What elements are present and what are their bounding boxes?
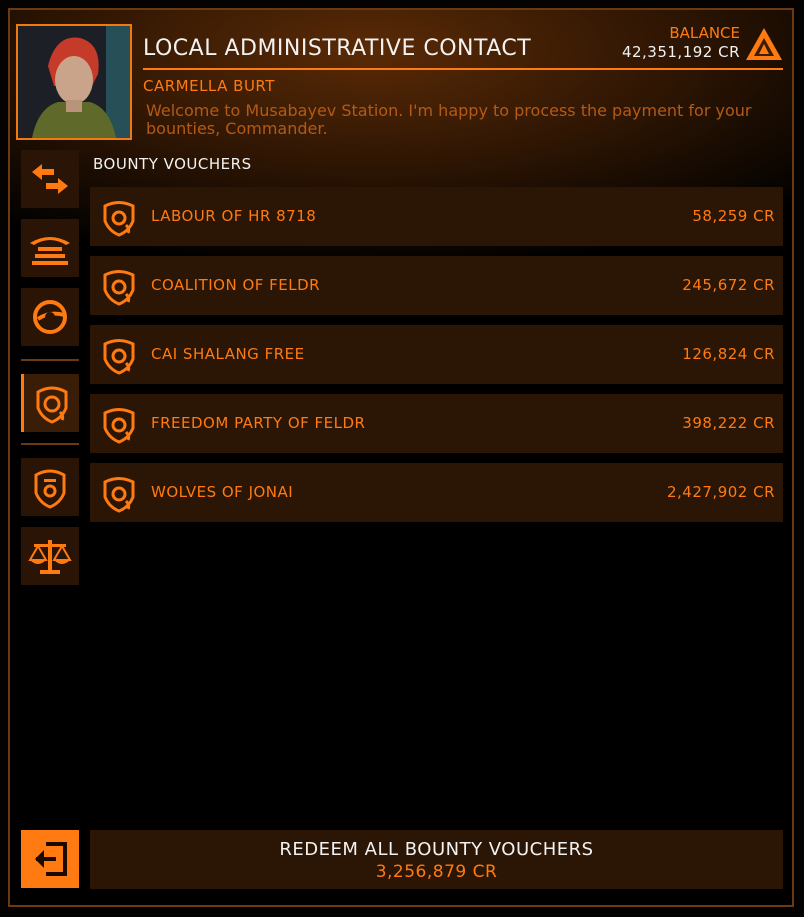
section-title: BOUNTY VOUCHERS	[93, 155, 252, 173]
exploration-icon	[33, 300, 67, 334]
contact-panel	[8, 8, 794, 907]
legal-facilities-button[interactable]	[21, 527, 79, 585]
bounty-icon	[103, 201, 135, 237]
contact-title: LOCAL ADMINISTRATIVE CONTACT	[143, 36, 532, 61]
exploration-button[interactable]	[21, 288, 79, 346]
voucher-amount: 245,672 CR	[682, 276, 775, 294]
voucher-row[interactable]: COALITION OF FELDR 245,672 CR	[90, 256, 783, 315]
contact-name: CARMELLA BURT	[143, 77, 275, 95]
voucher-faction: FREEDOM PARTY OF FELDR	[151, 414, 366, 432]
scales-icon	[28, 540, 72, 574]
combat-bonds-button[interactable]	[21, 458, 79, 516]
voucher-row[interactable]: FREEDOM PARTY OF FELDR 398,222 CR	[90, 394, 783, 453]
redeem-label: REDEEM ALL BOUNTY VOUCHERS	[279, 839, 594, 860]
redeem-all-button[interactable]: REDEEM ALL BOUNTY VOUCHERS 3,256,879 CR	[90, 830, 783, 889]
bounty-icon	[103, 477, 135, 513]
balance-value: 42,351,192 CR	[621, 43, 740, 61]
triangle-faction-icon	[746, 28, 782, 60]
title-divider	[143, 68, 783, 70]
search-and-rescue-icon	[30, 237, 70, 265]
voucher-faction: CAI SHALANG FREE	[151, 345, 305, 363]
voucher-faction: COALITION OF FELDR	[151, 276, 321, 294]
transfer-button[interactable]	[21, 150, 79, 208]
voucher-amount: 58,259 CR	[692, 207, 775, 225]
voucher-amount: 398,222 CR	[682, 414, 775, 432]
bounty-vouchers-button[interactable]	[21, 374, 79, 432]
badge-icon	[34, 469, 66, 509]
bounty-icon	[103, 408, 135, 444]
nav-divider	[21, 443, 79, 445]
bounty-icon	[103, 339, 135, 375]
voucher-row[interactable]: WOLVES OF JONAI 2,427,902 CR	[90, 463, 783, 522]
exit-button[interactable]	[21, 830, 79, 888]
voucher-amount: 2,427,902 CR	[666, 483, 775, 501]
nav-divider	[21, 359, 79, 361]
voucher-amount: 126,824 CR	[682, 345, 775, 363]
contact-portrait	[16, 24, 132, 140]
transfer-icon	[32, 164, 68, 194]
bounty-icon	[36, 386, 67, 424]
search-and-rescue-button[interactable]	[21, 219, 79, 277]
redeem-total: 3,256,879 CR	[375, 862, 498, 882]
balance-label: BALANCE	[669, 24, 740, 42]
welcome-message: Welcome to Musabayev Station. I'm happy …	[146, 101, 752, 138]
portrait-image	[18, 26, 130, 138]
exit-icon	[35, 842, 67, 876]
voucher-row[interactable]: LABOUR OF HR 8718 58,259 CR	[90, 187, 783, 246]
voucher-faction: LABOUR OF HR 8718	[151, 207, 317, 225]
voucher-row[interactable]: CAI SHALANG FREE 126,824 CR	[90, 325, 783, 384]
voucher-faction: WOLVES OF JONAI	[151, 483, 294, 501]
bounty-icon	[103, 270, 135, 306]
